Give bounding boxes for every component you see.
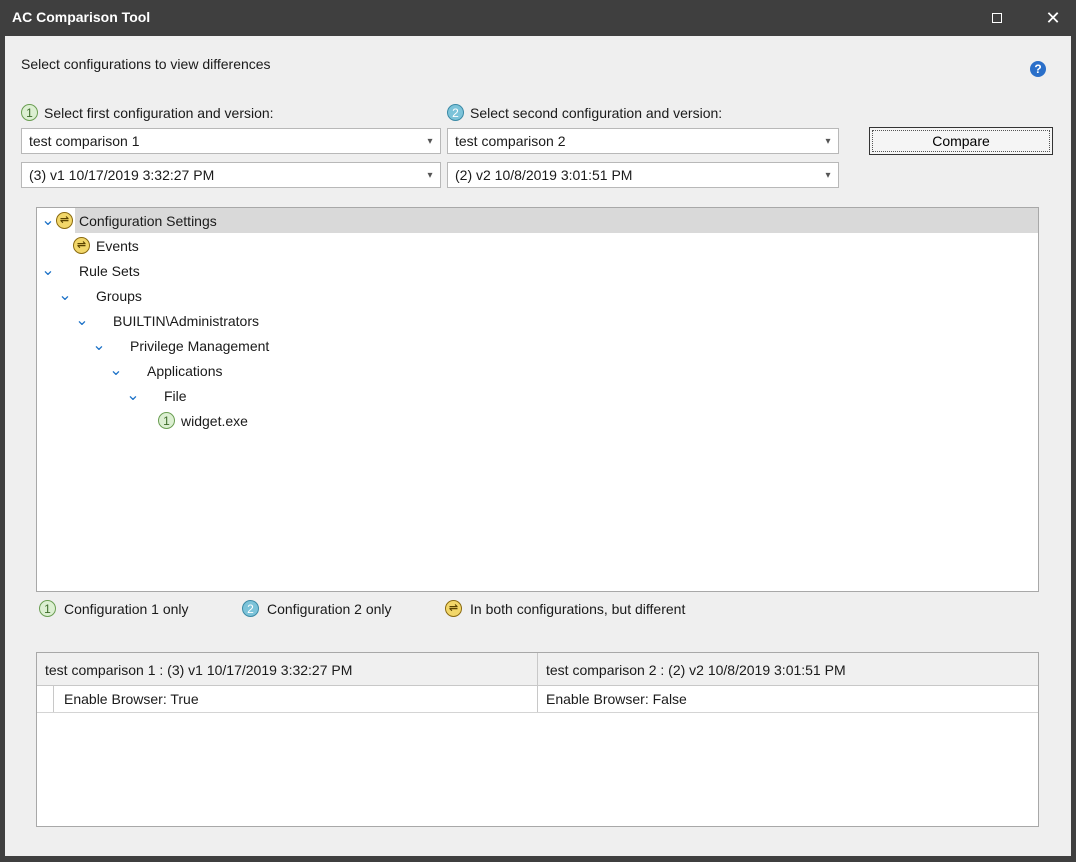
config1-badge-icon: 1 — [39, 600, 56, 617]
legend-config2: 2 Configuration 2 only — [242, 600, 392, 617]
chevron-down-icon[interactable]: ⌄ — [108, 362, 124, 378]
first-version-value: (3) v1 10/17/2019 3:32:27 PM — [29, 167, 215, 183]
grid-cell-left: Enable Browser: True — [53, 686, 538, 712]
table-row[interactable]: Enable Browser: True Enable Browser: Fal… — [37, 686, 1038, 713]
chevron-down-icon[interactable]: ⌄ — [40, 212, 56, 228]
second-version-select[interactable]: (2) v2 10/8/2019 3:01:51 PM ▾ — [447, 162, 839, 188]
tree-node[interactable]: ⌄ ⇌ Configuration Settings — [37, 208, 1038, 233]
config1-badge-icon: 1 — [21, 104, 38, 121]
app-window: AC Comparison Tool ✕ Select configuratio… — [0, 0, 1076, 862]
swap-arrows-icon: ⇌ — [445, 600, 462, 617]
chevron-down-icon[interactable]: ▾ — [420, 163, 440, 187]
maximize-icon — [992, 13, 1002, 23]
config2-badge-icon: 2 — [447, 104, 464, 121]
help-icon[interactable]: ? — [1030, 61, 1046, 77]
chevron-down-icon[interactable]: ⌄ — [57, 287, 73, 303]
tree-badge-slot: 1 — [158, 412, 181, 430]
compare-button[interactable]: Compare — [869, 127, 1053, 155]
legend-config2-label: Configuration 2 only — [267, 600, 392, 617]
chevron-down-icon[interactable]: ▾ — [818, 129, 838, 153]
tree-node[interactable]: ⇌ Events — [37, 233, 1038, 258]
tree-node[interactable]: ⌄ Rule Sets — [37, 258, 1038, 283]
instructions-text: Select configurations to view difference… — [21, 56, 271, 72]
first-configuration-select[interactable]: test comparison 1 ▾ — [21, 128, 441, 154]
tree-badge-slot: ⇌ — [73, 237, 96, 255]
grid-column-header-1[interactable]: test comparison 1 : (3) v1 10/17/2019 3:… — [37, 653, 538, 686]
first-config-label-text: Select first configuration and version: — [44, 104, 274, 121]
chevron-down-icon[interactable]: ⌄ — [40, 262, 56, 278]
legend-config1: 1 Configuration 1 only — [39, 600, 189, 617]
tree-node-label: File — [164, 387, 187, 404]
config1-badge-icon: 1 — [158, 412, 175, 430]
config2-badge-icon: 2 — [242, 600, 259, 617]
second-version-value: (2) v2 10/8/2019 3:01:51 PM — [455, 167, 633, 183]
maximize-button[interactable] — [974, 0, 1020, 36]
dialog-body: Select configurations to view difference… — [5, 36, 1071, 856]
tree-node[interactable]: ⌄ BUILTIN\Administrators — [37, 308, 1038, 333]
swap-arrows-icon: ⇌ — [56, 212, 73, 230]
tree-node-label: Groups — [96, 287, 142, 304]
tree-node[interactable]: ⌄ Groups — [37, 283, 1038, 308]
tree-node-label: BUILTIN\Administrators — [113, 312, 259, 329]
tree-node[interactable]: ⌄ File — [37, 383, 1038, 408]
second-config-label: 2 Select second configuration and versio… — [447, 104, 722, 121]
differences-grid[interactable]: test comparison 1 : (3) v1 10/17/2019 3:… — [36, 652, 1039, 827]
swap-arrows-icon: ⇌ — [73, 237, 90, 255]
legend-diff-label: In both configurations, but different — [470, 600, 686, 617]
grid-header: test comparison 1 : (3) v1 10/17/2019 3:… — [37, 653, 1038, 686]
chevron-down-icon[interactable]: ⌄ — [91, 337, 107, 353]
chevron-down-icon[interactable]: ⌄ — [125, 387, 141, 403]
first-configuration-value: test comparison 1 — [29, 133, 140, 149]
tree-selection-highlight — [75, 208, 1038, 233]
tree-node-label: Applications — [147, 362, 223, 379]
first-config-label: 1 Select first configuration and version… — [21, 104, 274, 121]
chevron-down-icon[interactable]: ⌄ — [74, 312, 90, 328]
window-title: AC Comparison Tool — [12, 9, 151, 25]
tree-node-label: Configuration Settings — [79, 212, 217, 229]
close-button[interactable]: ✕ — [1030, 0, 1076, 36]
configuration-tree[interactable]: ⌄ ⇌ Configuration Settings ⇌ Events ⌄ Rule Set… — [36, 207, 1039, 592]
chevron-down-icon[interactable]: ▾ — [818, 163, 838, 187]
close-icon: ✕ — [1045, 7, 1061, 28]
tree-node-label: widget.exe — [181, 412, 248, 429]
second-config-label-text: Select second configuration and version: — [470, 104, 723, 121]
legend-diff: ⇌ In both configurations, but different — [445, 600, 685, 617]
tree-node[interactable]: 1 widget.exe — [37, 408, 1038, 433]
tree-node-label: Rule Sets — [79, 262, 140, 279]
tree-badge-slot: ⇌ — [56, 212, 79, 230]
second-configuration-select[interactable]: test comparison 2 ▾ — [447, 128, 839, 154]
chevron-down-icon[interactable]: ▾ — [420, 129, 440, 153]
title-bar[interactable]: AC Comparison Tool ✕ — [0, 0, 1076, 36]
grid-cell-right: Enable Browser: False — [546, 691, 687, 707]
first-version-select[interactable]: (3) v1 10/17/2019 3:32:27 PM ▾ — [21, 162, 441, 188]
grid-column-header-2[interactable]: test comparison 2 : (2) v2 10/8/2019 3:0… — [538, 653, 1038, 686]
tree-node-label: Events — [96, 237, 139, 254]
legend-config1-label: Configuration 1 only — [64, 600, 189, 617]
tree-node-label: Privilege Management — [130, 337, 270, 354]
second-configuration-value: test comparison 2 — [455, 133, 566, 149]
tree-node[interactable]: ⌄ Privilege Management — [37, 333, 1038, 358]
tree-node[interactable]: ⌄ Applications — [37, 358, 1038, 383]
